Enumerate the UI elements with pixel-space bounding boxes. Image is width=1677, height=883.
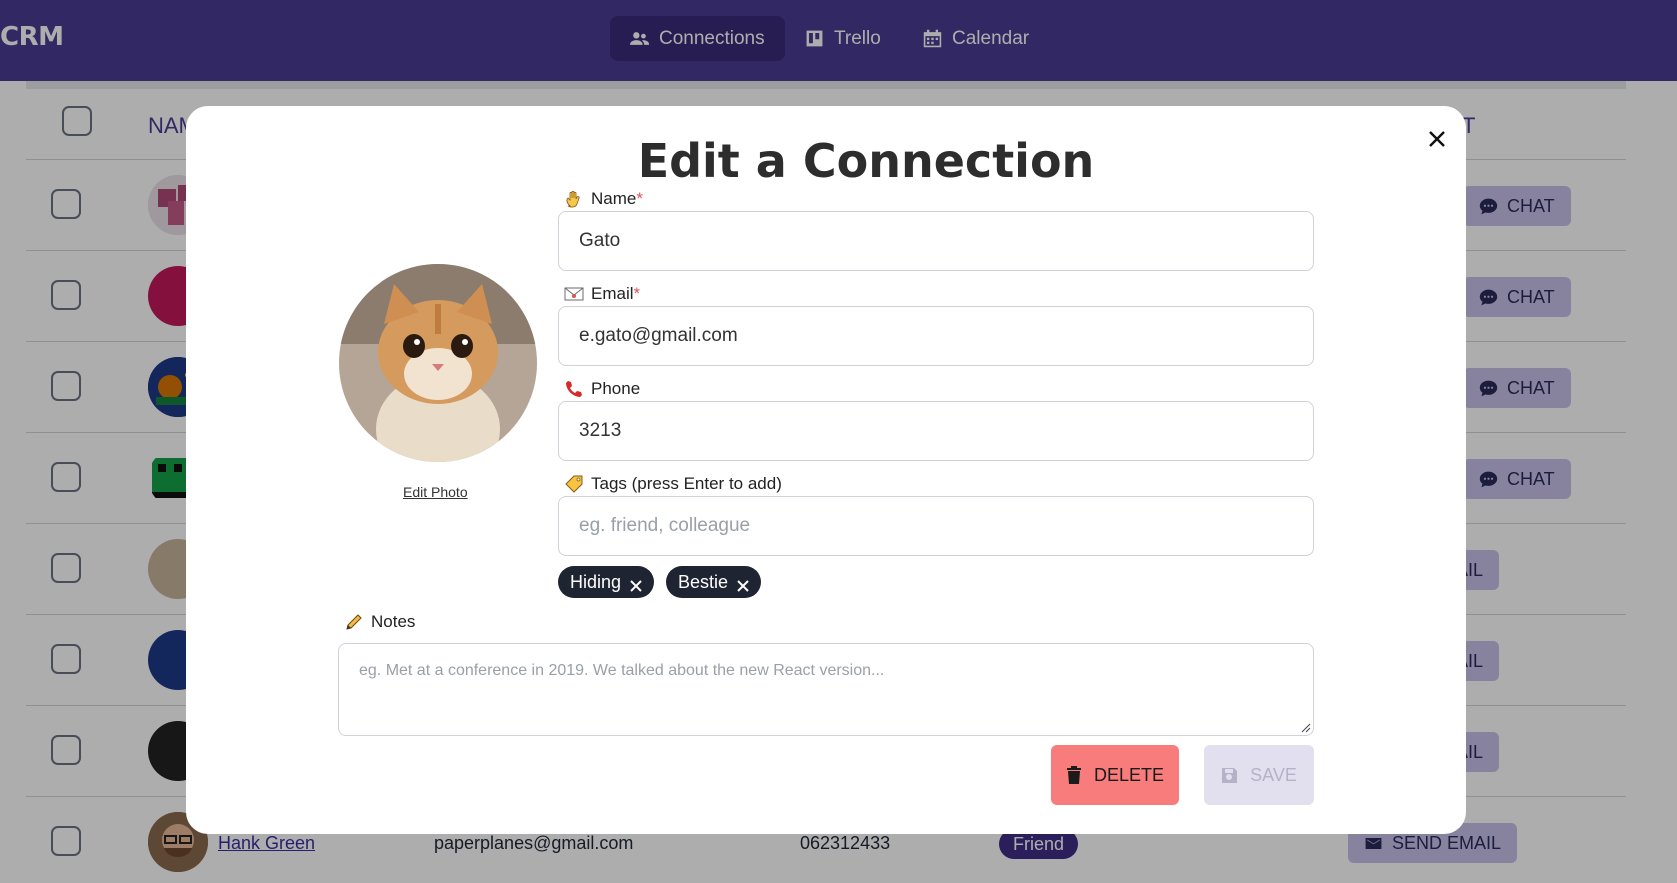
edit-photo-link[interactable]: Edit Photo	[403, 484, 468, 500]
required-mark: *	[636, 189, 643, 208]
notes-label-text: Notes	[371, 612, 416, 631]
tag-icon	[565, 475, 583, 493]
phone-icon	[566, 381, 582, 397]
save-button-label: SAVE	[1250, 764, 1297, 785]
trash-icon	[1066, 766, 1081, 784]
tags-field-label: Tags (press Enter to add)	[564, 474, 782, 494]
email-field-label: Email *	[564, 284, 640, 304]
resize-handle-icon[interactable]	[1301, 723, 1311, 733]
tags-label-text: Tags (press Enter to add)	[591, 474, 782, 493]
tag-chip: Hiding	[558, 566, 655, 598]
notes-textarea[interactable]	[338, 643, 1314, 736]
connection-photo[interactable]	[339, 264, 537, 462]
waving-hand-icon	[566, 190, 580, 208]
name-label-text: Name	[591, 189, 637, 208]
phone-label-text: Phone	[591, 379, 641, 398]
tag-chip: Bestie	[666, 566, 762, 598]
required-mark: *	[633, 284, 641, 303]
tags-input[interactable]	[558, 496, 1314, 556]
email-input[interactable]	[558, 306, 1314, 366]
remove-tag-icon[interactable]	[737, 576, 749, 592]
phone-input[interactable]	[558, 401, 1314, 461]
notes-field-label: Notes	[344, 612, 415, 632]
pencil-icon	[346, 614, 362, 630]
email-label-text: Email	[591, 284, 634, 303]
floppy-disk-icon	[1222, 767, 1238, 783]
phone-field-label: Phone	[564, 379, 640, 399]
name-field-label: Name *	[564, 189, 643, 209]
tag-chip-label: Bestie	[678, 571, 729, 592]
envelope-icon	[564, 287, 584, 301]
save-button[interactable]: SAVE	[1204, 745, 1314, 805]
modal-title: Edit a Connection	[637, 134, 1095, 188]
delete-button[interactable]: DELETE	[1051, 745, 1179, 805]
name-input[interactable]	[558, 211, 1314, 271]
delete-button-label: DELETE	[1093, 764, 1165, 785]
remove-tag-icon[interactable]	[630, 576, 642, 592]
tag-chip-label: Hiding	[570, 571, 622, 592]
